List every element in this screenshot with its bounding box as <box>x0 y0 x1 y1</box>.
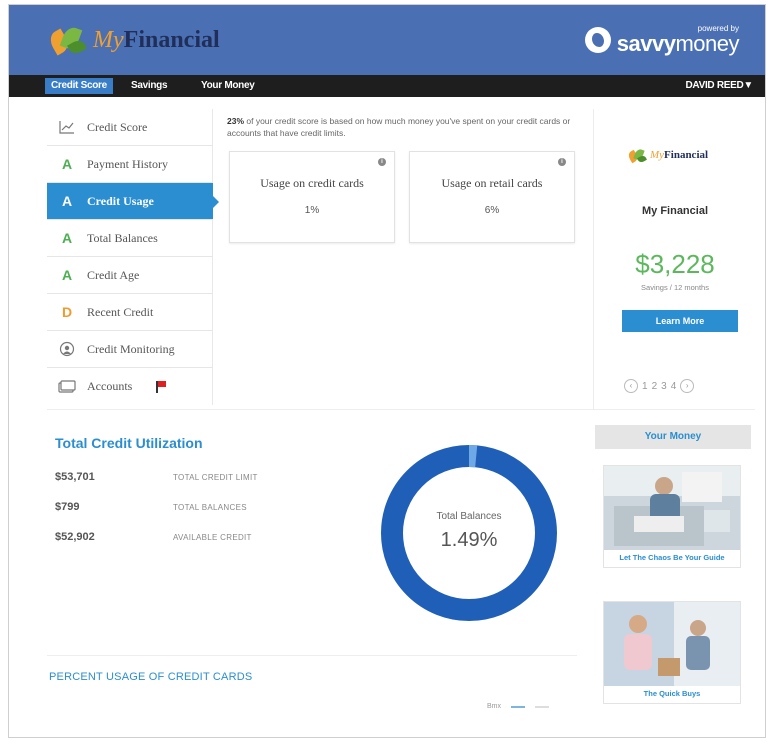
legend-label: Bmx <box>487 703 501 710</box>
prev-arrow-icon[interactable]: ‹ <box>624 379 638 393</box>
donut-value: 1.49% <box>440 529 498 551</box>
article-title[interactable]: Let The Chaos Be Your Guide <box>604 550 740 567</box>
page-3[interactable]: 3 <box>661 381 667 392</box>
sidebar-item-label: Total Balances <box>87 230 158 245</box>
monitor-icon <box>47 341 87 357</box>
legend-swatch <box>535 705 549 708</box>
card-value: 1% <box>304 205 320 216</box>
grade-badge: A <box>61 156 73 172</box>
tab-savings[interactable]: Savings <box>125 78 173 94</box>
sidebar-item-recent-credit[interactable]: D Recent Credit <box>47 294 213 331</box>
sidebar-item-label: Payment History <box>87 156 168 171</box>
stat-value: $799 <box>55 501 80 513</box>
credit-usage-description: 23% of your credit score is based on how… <box>227 116 571 138</box>
article-title[interactable]: The Quick Buys <box>604 686 740 703</box>
sidebar-item-label: Credit Usage <box>87 193 154 208</box>
grade-badge: A <box>61 193 73 209</box>
grade-badge: D <box>61 304 73 320</box>
page-2[interactable]: 2 <box>652 381 658 392</box>
donut-caption: Total Balances <box>436 511 502 522</box>
savvymoney-brand: savvymoney <box>616 31 740 56</box>
tab-your-money[interactable]: Your Money <box>195 78 261 94</box>
sidebar-item-label: Credit Monitoring <box>87 341 175 356</box>
grade-badge: A <box>61 230 73 246</box>
learn-more-button[interactable]: Learn More <box>622 310 738 332</box>
app-frame: MyFinancial powered by savvymoney Credit… <box>8 4 766 738</box>
article-card[interactable]: Let The Chaos Be Your Guide <box>603 465 741 568</box>
sidebar-item-total-balances[interactable]: A Total Balances <box>47 220 213 257</box>
logo-text: MyFinancial <box>93 26 220 53</box>
sidebar-item-label: Accounts <box>87 379 133 393</box>
tab-credit-score[interactable]: Credit Score <box>45 78 113 94</box>
legend-swatch <box>511 705 525 708</box>
leaf-logo-icon <box>46 23 89 57</box>
utilization-donut: Total Balances 1.49% <box>379 443 559 623</box>
user-menu[interactable]: DAVID REED▼ <box>685 80 753 91</box>
sidebar-item-payment-history[interactable]: A Payment History <box>47 146 213 183</box>
sidebar-item-label: Recent Credit <box>87 304 154 319</box>
stat-label: TOTAL BALANCES <box>173 503 247 512</box>
section-divider <box>47 655 577 656</box>
promo-logo: MyFinancial <box>626 147 708 164</box>
my-financial-logo[interactable]: MyFinancial <box>46 23 220 57</box>
card-title: Usage on retail cards <box>441 176 543 190</box>
card-value: 6% <box>484 205 500 216</box>
card-retail-cards-usage[interactable]: i Usage on retail cards 6% <box>409 151 575 243</box>
promo-name: My Financial <box>641 205 709 217</box>
next-arrow-icon[interactable]: › <box>680 379 695 393</box>
sidebar-item-credit-age[interactable]: A Credit Age <box>47 257 213 294</box>
stat-label: AVAILABLE CREDIT <box>173 533 252 542</box>
app-header: MyFinancial powered by savvymoney <box>9 5 765 75</box>
grade-badge: A <box>61 267 73 283</box>
chart-legend: Bmx <box>487 703 549 710</box>
info-icon[interactable]: i <box>378 158 386 166</box>
chart-icon <box>47 120 87 134</box>
your-money-header: Your Money <box>595 425 751 449</box>
stat-label: TOTAL CREDIT LIMIT <box>173 473 258 482</box>
section-divider <box>47 409 755 410</box>
savings-amount: $3,228 <box>635 249 715 279</box>
sidebar-item-label: Credit Age <box>87 267 140 282</box>
page-4[interactable]: 4 <box>671 381 677 392</box>
info-icon[interactable]: i <box>558 158 566 166</box>
article-image <box>604 466 740 550</box>
article-image <box>604 602 740 686</box>
sidebar-item-credit-monitoring[interactable]: Credit Monitoring <box>47 331 213 368</box>
stat-value: $52,902 <box>55 531 95 543</box>
stat-value: $53,701 <box>55 471 95 483</box>
main-nav: Credit Score Savings Your Money DAVID RE… <box>9 75 765 97</box>
powered-by-savvymoney: powered by savvymoney <box>584 25 740 56</box>
percent-usage-title: PERCENT USAGE OF CREDIT CARDS <box>49 671 253 683</box>
sidebar-item-credit-score[interactable]: Credit Score <box>47 109 213 146</box>
sidebar-item-credit-usage[interactable]: A Credit Usage <box>47 183 219 220</box>
savings-period: Savings / 12 months <box>641 283 709 292</box>
promo-pager: ‹ 1 2 3 4 › <box>624 379 695 393</box>
card-title: Usage on credit cards <box>260 176 364 190</box>
utilization-title: Total Credit Utilization <box>55 435 203 451</box>
flag-icon <box>156 380 167 393</box>
sidebar-item-label: Credit Score <box>87 119 148 134</box>
sidebar-item-accounts[interactable]: Accounts <box>47 368 213 405</box>
savings-promo: MyFinancial My Financial $3,228 Savings … <box>593 109 755 409</box>
savvymoney-icon <box>584 27 611 53</box>
accounts-icon <box>47 379 87 394</box>
article-card[interactable]: The Quick Buys <box>603 601 741 704</box>
leaf-logo-icon <box>626 147 648 164</box>
page-1[interactable]: 1 <box>642 381 648 392</box>
credit-factors-sidebar: Credit Score A Payment History A Credit … <box>47 109 219 405</box>
card-credit-cards-usage[interactable]: i Usage on credit cards 1% <box>229 151 395 243</box>
